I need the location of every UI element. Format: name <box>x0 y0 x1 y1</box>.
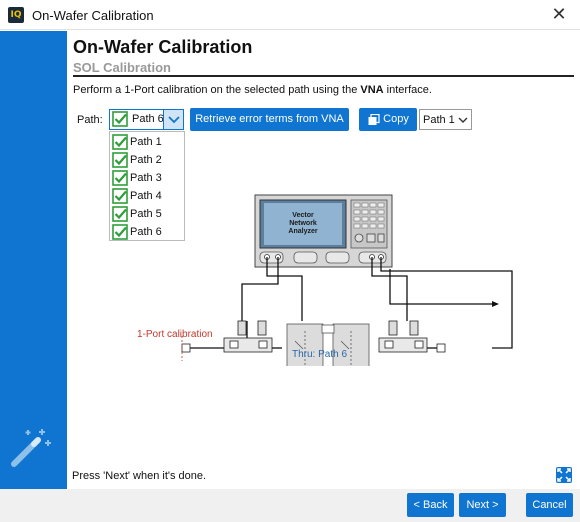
footer-bar: < Back Next > Cancel <box>0 489 580 522</box>
check-icon <box>112 188 128 204</box>
page-subtitle: SOL Calibration <box>73 60 171 75</box>
dropdown-item-path-3[interactable]: Path 3 <box>110 169 184 187</box>
signal-arrow-icon <box>492 301 499 307</box>
content-panel: On-Wafer Calibration SOL Calibration Per… <box>67 31 580 489</box>
vna-instrument <box>254 194 393 268</box>
expand-icon[interactable] <box>556 467 572 483</box>
copy-button-label: Copy <box>383 113 409 125</box>
page-title: On-Wafer Calibration <box>73 37 253 57</box>
instruction-text: Perform a 1-Port calibration on the sele… <box>73 84 432 96</box>
path-select[interactable]: Path 6 <box>109 109 184 130</box>
check-icon <box>112 134 128 150</box>
close-button[interactable]: ✕ <box>548 4 570 26</box>
magic-wand-icon <box>11 429 51 467</box>
check-icon <box>112 152 128 168</box>
status-text: Press 'Next' when it's done. <box>72 470 207 482</box>
path-label: Path: <box>77 114 103 126</box>
dropdown-item-path-1[interactable]: Path 1 <box>110 133 184 151</box>
retrieve-error-terms-button[interactable]: Retrieve error terms from VNA <box>190 108 349 131</box>
thru-label: Thru: Path 6 <box>292 349 348 360</box>
one-port-calibration-label: 1-Port calibration <box>137 329 213 340</box>
vna-label-line3: Analyzer <box>288 228 317 235</box>
check-icon <box>112 111 128 127</box>
chevron-down-icon[interactable] <box>163 110 183 129</box>
chevron-down-icon <box>458 117 468 123</box>
back-button[interactable]: < Back <box>407 493 454 517</box>
dropdown-item-path-2[interactable]: Path 2 <box>110 151 184 169</box>
check-icon <box>112 206 128 222</box>
title-bar: IQ On-Wafer Calibration ✕ <box>0 0 580 30</box>
path-select-value: Path 6 <box>132 113 164 125</box>
window-title: On-Wafer Calibration <box>32 8 154 23</box>
check-icon <box>112 170 128 186</box>
cancel-button[interactable]: Cancel <box>526 493 573 517</box>
copy-target-value: Path 1 <box>423 114 455 126</box>
copy-button[interactable]: Copy <box>359 108 417 131</box>
next-button[interactable]: Next > <box>459 493 506 517</box>
vna-label-line1: Vector <box>292 212 314 219</box>
app-icon: IQ <box>8 7 24 23</box>
copy-icon <box>368 114 380 125</box>
vna-label-line2: Network <box>289 220 317 227</box>
check-icon <box>112 224 128 240</box>
title-divider <box>73 75 574 77</box>
sidebar <box>0 31 67 489</box>
copy-target-select[interactable]: Path 1 <box>419 109 472 130</box>
